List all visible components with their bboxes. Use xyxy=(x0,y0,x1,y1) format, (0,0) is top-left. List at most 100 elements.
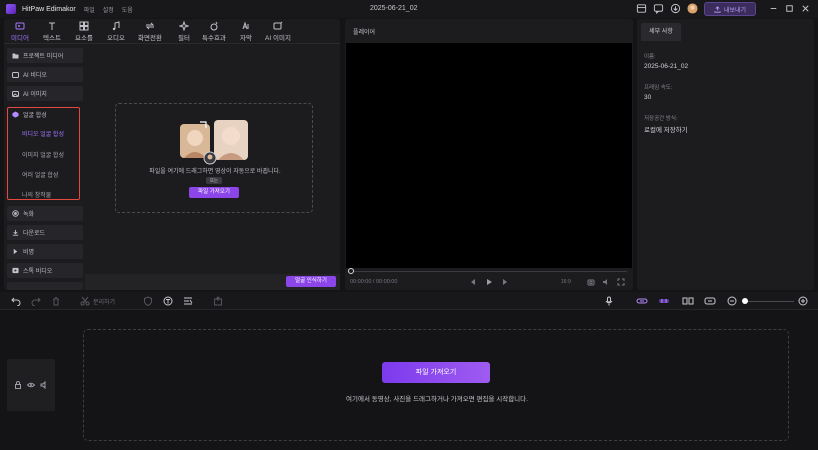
details-storage-label: 저장공간 방식: xyxy=(644,116,678,122)
filter-icon xyxy=(179,21,189,31)
close-icon[interactable] xyxy=(800,3,811,14)
sidebar-item-ai-video[interactable]: AI 비디오 xyxy=(7,67,83,82)
timeline-toolbar: 분리하기 xyxy=(0,292,818,310)
details-storage-value[interactable]: 로컬에 저장하기 xyxy=(644,124,688,134)
tool-transition[interactable]: 화면전환 xyxy=(134,21,166,42)
snapshot-icon[interactable] xyxy=(587,278,595,286)
face-detect-button[interactable]: 얼굴 인식하기 xyxy=(286,276,336,287)
menu-settings[interactable]: 설정 xyxy=(103,5,114,14)
timeline-drop-hint: 여기에서 동영상, 사진을 드래그하거나 가져오면 편집을 시작합니다. xyxy=(346,396,528,403)
elements-icon xyxy=(79,21,89,31)
track-visibility-icon[interactable] xyxy=(27,381,35,389)
feedback-icon[interactable] xyxy=(653,3,664,14)
sidebar-item-project-media[interactable]: 프로젝트 미디어 xyxy=(7,48,83,63)
download-icon[interactable] xyxy=(670,3,681,14)
text-tool-icon[interactable] xyxy=(163,296,173,306)
link-icon[interactable] xyxy=(636,296,648,306)
tool-elements[interactable]: 요소를 xyxy=(68,21,100,42)
track-lock-icon[interactable] xyxy=(14,381,22,389)
playhead-knob[interactable] xyxy=(348,268,354,274)
volume-icon[interactable] xyxy=(602,278,610,286)
effects-icon xyxy=(210,21,218,31)
highlight-box xyxy=(7,107,80,200)
undo-icon[interactable] xyxy=(11,296,21,306)
redo-icon[interactable] xyxy=(31,296,41,306)
avatar[interactable] xyxy=(687,3,698,14)
face-swap-illustration-icon xyxy=(180,120,248,165)
playback-progress[interactable] xyxy=(351,271,627,272)
menu-help[interactable]: 도움 xyxy=(122,5,133,14)
timeline-import-button[interactable]: 파일 가져오기 xyxy=(382,362,490,383)
play-icon xyxy=(13,248,18,255)
details-framerate-label: 프레임 속도: xyxy=(644,85,673,91)
tool-text[interactable]: 텍스트 xyxy=(36,21,68,42)
tool-filter[interactable]: 필터 xyxy=(168,21,200,42)
timeline-drop-zone[interactable]: 파일 가져오기 여기에서 동영상, 사진을 드래그하거나 가져오면 편집을 시작… xyxy=(83,329,789,441)
split-icon[interactable] xyxy=(80,296,90,306)
details-framerate-value: 30 xyxy=(644,94,652,101)
app-name: HitPaw Edimakor xyxy=(22,5,76,13)
shield-icon[interactable] xyxy=(143,296,153,306)
ai-image-icon xyxy=(273,21,283,30)
subtitle-icon xyxy=(242,21,249,30)
fit-timeline-icon[interactable] xyxy=(704,296,716,306)
video-preview[interactable] xyxy=(346,43,632,268)
export-clip-icon[interactable] xyxy=(213,296,223,306)
layout-icon[interactable] xyxy=(636,3,647,14)
aspect-ratio[interactable]: 16:9 xyxy=(561,279,571,285)
app-logo-icon xyxy=(6,4,16,14)
delete-icon[interactable] xyxy=(51,296,61,306)
microphone-icon[interactable] xyxy=(604,296,614,306)
play-icon[interactable] xyxy=(485,278,493,286)
media-panel: 미디어 텍스트 요소를 오디오 화면전환 필터 특수효과 자막 AI 이미지 프… xyxy=(4,19,340,290)
fullscreen-icon[interactable] xyxy=(617,278,625,286)
sidebar-item-record[interactable]: 녹화 xyxy=(7,206,83,221)
zoom-slider-knob[interactable] xyxy=(742,298,748,304)
tool-audio[interactable]: 오디오 xyxy=(100,21,132,42)
media-drop-hint: 파일을 여기에 드래그하면 영상이 자동으로 바뀝니다. xyxy=(149,169,281,175)
sidebar-item-stock-video[interactable]: 스톡 비디오 xyxy=(7,263,83,278)
toolbar-divider xyxy=(4,43,340,44)
zoom-slider-track[interactable] xyxy=(744,301,794,302)
title-bar: HitPaw Edimakor 파일 설정 도움 2025-06-21_02 내… xyxy=(0,0,818,18)
or-chip: 또는 xyxy=(206,177,222,184)
track-mute-icon[interactable] xyxy=(40,381,48,389)
export-button[interactable]: 내보내기 xyxy=(704,2,756,16)
folder-icon xyxy=(12,53,19,58)
tool-media[interactable]: 미디어 xyxy=(4,21,36,42)
sidebar-item-scream[interactable]: 비명 xyxy=(7,244,83,259)
next-frame-icon[interactable] xyxy=(501,278,509,286)
zoom-out-icon[interactable] xyxy=(727,296,737,306)
maximize-icon[interactable] xyxy=(784,3,795,14)
auto-edit-icon[interactable] xyxy=(183,296,193,306)
sidebar-item-more[interactable] xyxy=(7,282,83,290)
menu-file[interactable]: 파일 xyxy=(84,5,95,14)
sidebar-item-download[interactable]: 다운로드 xyxy=(7,225,83,240)
stock-video-icon xyxy=(12,267,19,274)
prev-frame-icon[interactable] xyxy=(469,278,477,286)
download-icon xyxy=(12,229,19,236)
timecode: 00:00:00 / 00:00:00 xyxy=(350,279,398,285)
tool-effects[interactable]: 특수효과 xyxy=(198,21,230,42)
minimize-icon[interactable] xyxy=(768,3,779,14)
export-icon xyxy=(714,5,721,13)
tool-subtitle[interactable]: 자막 xyxy=(230,21,262,42)
track-header xyxy=(7,359,55,411)
media-drop-zone[interactable]: 파일을 여기에 드래그하면 영상이 자동으로 바뀝니다. 또는 파일 가져오기 xyxy=(115,103,313,213)
player-title: 플레이어 xyxy=(353,30,376,36)
track-split-icon[interactable] xyxy=(682,296,694,306)
ai-video-icon xyxy=(12,71,19,78)
image-icon xyxy=(12,90,19,97)
zoom-in-icon[interactable] xyxy=(798,296,808,306)
sidebar-item-ai-image[interactable]: AI 이미지 xyxy=(7,86,83,101)
media-icon xyxy=(15,22,25,30)
details-name-value: 2025-06-21_02 xyxy=(644,63,689,70)
tab-details[interactable]: 세부 사항 xyxy=(641,23,681,41)
transition-icon xyxy=(145,22,155,30)
text-icon xyxy=(49,22,55,30)
magnet-icon[interactable] xyxy=(658,296,670,306)
split-label[interactable]: 분리하기 xyxy=(93,297,115,306)
document-title: 2025-06-21_02 xyxy=(370,5,418,12)
tool-ai-image[interactable]: AI 이미지 xyxy=(260,21,296,42)
import-file-button[interactable]: 파일 가져오기 xyxy=(189,187,239,198)
